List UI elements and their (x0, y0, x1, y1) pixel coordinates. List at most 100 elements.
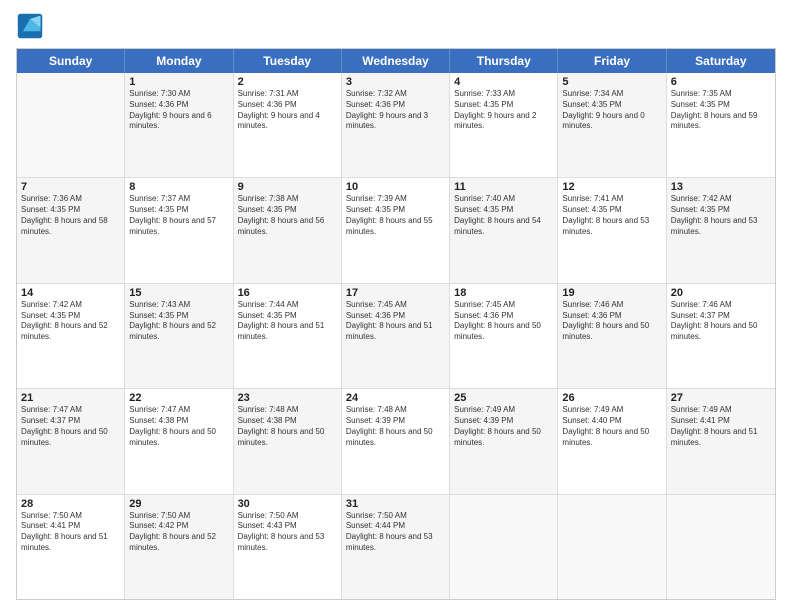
cell-info: Sunrise: 7:36 AM Sunset: 4:35 PM Dayligh… (21, 194, 120, 237)
day-number: 12 (562, 181, 661, 193)
calendar-cell: 17Sunrise: 7:45 AM Sunset: 4:36 PM Dayli… (342, 284, 450, 388)
day-number: 9 (238, 181, 337, 193)
calendar-cell: 23Sunrise: 7:48 AM Sunset: 4:38 PM Dayli… (234, 389, 342, 493)
calendar-row: 7Sunrise: 7:36 AM Sunset: 4:35 PM Daylig… (17, 178, 775, 283)
calendar-cell: 11Sunrise: 7:40 AM Sunset: 4:35 PM Dayli… (450, 178, 558, 282)
calendar-cell: 4Sunrise: 7:33 AM Sunset: 4:35 PM Daylig… (450, 73, 558, 177)
calendar-header: Sunday Monday Tuesday Wednesday Thursday… (17, 49, 775, 73)
cell-info: Sunrise: 7:31 AM Sunset: 4:36 PM Dayligh… (238, 89, 337, 132)
calendar-cell: 22Sunrise: 7:47 AM Sunset: 4:38 PM Dayli… (125, 389, 233, 493)
day-number: 15 (129, 287, 228, 299)
cell-info: Sunrise: 7:46 AM Sunset: 4:36 PM Dayligh… (562, 300, 661, 343)
day-number: 16 (238, 287, 337, 299)
calendar-cell (17, 73, 125, 177)
cell-info: Sunrise: 7:41 AM Sunset: 4:35 PM Dayligh… (562, 194, 661, 237)
calendar-cell: 12Sunrise: 7:41 AM Sunset: 4:35 PM Dayli… (558, 178, 666, 282)
calendar: Sunday Monday Tuesday Wednesday Thursday… (16, 48, 776, 600)
cell-info: Sunrise: 7:46 AM Sunset: 4:37 PM Dayligh… (671, 300, 771, 343)
calendar-cell: 7Sunrise: 7:36 AM Sunset: 4:35 PM Daylig… (17, 178, 125, 282)
header (16, 12, 776, 40)
calendar-cell: 29Sunrise: 7:50 AM Sunset: 4:42 PM Dayli… (125, 495, 233, 599)
calendar-cell: 5Sunrise: 7:34 AM Sunset: 4:35 PM Daylig… (558, 73, 666, 177)
cell-info: Sunrise: 7:47 AM Sunset: 4:37 PM Dayligh… (21, 405, 120, 448)
cell-info: Sunrise: 7:35 AM Sunset: 4:35 PM Dayligh… (671, 89, 771, 132)
cell-info: Sunrise: 7:34 AM Sunset: 4:35 PM Dayligh… (562, 89, 661, 132)
cell-info: Sunrise: 7:32 AM Sunset: 4:36 PM Dayligh… (346, 89, 445, 132)
calendar-cell: 27Sunrise: 7:49 AM Sunset: 4:41 PM Dayli… (667, 389, 775, 493)
day-number: 3 (346, 76, 445, 88)
calendar-cell: 21Sunrise: 7:47 AM Sunset: 4:37 PM Dayli… (17, 389, 125, 493)
cell-info: Sunrise: 7:44 AM Sunset: 4:35 PM Dayligh… (238, 300, 337, 343)
calendar-cell (558, 495, 666, 599)
logo (16, 12, 48, 40)
header-thursday: Thursday (450, 49, 558, 73)
calendar-cell: 6Sunrise: 7:35 AM Sunset: 4:35 PM Daylig… (667, 73, 775, 177)
calendar-cell: 25Sunrise: 7:49 AM Sunset: 4:39 PM Dayli… (450, 389, 558, 493)
calendar-cell: 15Sunrise: 7:43 AM Sunset: 4:35 PM Dayli… (125, 284, 233, 388)
cell-info: Sunrise: 7:48 AM Sunset: 4:39 PM Dayligh… (346, 405, 445, 448)
calendar-row: 1Sunrise: 7:30 AM Sunset: 4:36 PM Daylig… (17, 73, 775, 178)
day-number: 13 (671, 181, 771, 193)
day-number: 11 (454, 181, 553, 193)
calendar-body: 1Sunrise: 7:30 AM Sunset: 4:36 PM Daylig… (17, 73, 775, 599)
calendar-cell: 20Sunrise: 7:46 AM Sunset: 4:37 PM Dayli… (667, 284, 775, 388)
day-number: 30 (238, 498, 337, 510)
cell-info: Sunrise: 7:30 AM Sunset: 4:36 PM Dayligh… (129, 89, 228, 132)
calendar-cell: 1Sunrise: 7:30 AM Sunset: 4:36 PM Daylig… (125, 73, 233, 177)
calendar-cell: 16Sunrise: 7:44 AM Sunset: 4:35 PM Dayli… (234, 284, 342, 388)
cell-info: Sunrise: 7:50 AM Sunset: 4:42 PM Dayligh… (129, 511, 228, 554)
day-number: 27 (671, 392, 771, 404)
day-number: 10 (346, 181, 445, 193)
header-saturday: Saturday (667, 49, 775, 73)
day-number: 24 (346, 392, 445, 404)
cell-info: Sunrise: 7:43 AM Sunset: 4:35 PM Dayligh… (129, 300, 228, 343)
cell-info: Sunrise: 7:37 AM Sunset: 4:35 PM Dayligh… (129, 194, 228, 237)
cell-info: Sunrise: 7:47 AM Sunset: 4:38 PM Dayligh… (129, 405, 228, 448)
calendar-cell: 18Sunrise: 7:45 AM Sunset: 4:36 PM Dayli… (450, 284, 558, 388)
calendar-row: 14Sunrise: 7:42 AM Sunset: 4:35 PM Dayli… (17, 284, 775, 389)
day-number: 8 (129, 181, 228, 193)
calendar-cell: 24Sunrise: 7:48 AM Sunset: 4:39 PM Dayli… (342, 389, 450, 493)
day-number: 21 (21, 392, 120, 404)
day-number: 22 (129, 392, 228, 404)
cell-info: Sunrise: 7:45 AM Sunset: 4:36 PM Dayligh… (454, 300, 553, 343)
cell-info: Sunrise: 7:38 AM Sunset: 4:35 PM Dayligh… (238, 194, 337, 237)
cell-info: Sunrise: 7:49 AM Sunset: 4:41 PM Dayligh… (671, 405, 771, 448)
calendar-cell: 28Sunrise: 7:50 AM Sunset: 4:41 PM Dayli… (17, 495, 125, 599)
cell-info: Sunrise: 7:48 AM Sunset: 4:38 PM Dayligh… (238, 405, 337, 448)
calendar-cell: 19Sunrise: 7:46 AM Sunset: 4:36 PM Dayli… (558, 284, 666, 388)
logo-icon (16, 12, 44, 40)
day-number: 29 (129, 498, 228, 510)
cell-info: Sunrise: 7:45 AM Sunset: 4:36 PM Dayligh… (346, 300, 445, 343)
cell-info: Sunrise: 7:33 AM Sunset: 4:35 PM Dayligh… (454, 89, 553, 132)
cell-info: Sunrise: 7:50 AM Sunset: 4:41 PM Dayligh… (21, 511, 120, 554)
page: Sunday Monday Tuesday Wednesday Thursday… (0, 0, 792, 612)
day-number: 1 (129, 76, 228, 88)
cell-info: Sunrise: 7:39 AM Sunset: 4:35 PM Dayligh… (346, 194, 445, 237)
header-wednesday: Wednesday (342, 49, 450, 73)
calendar-cell: 3Sunrise: 7:32 AM Sunset: 4:36 PM Daylig… (342, 73, 450, 177)
day-number: 18 (454, 287, 553, 299)
day-number: 7 (21, 181, 120, 193)
cell-info: Sunrise: 7:50 AM Sunset: 4:44 PM Dayligh… (346, 511, 445, 554)
header-sunday: Sunday (17, 49, 125, 73)
calendar-cell: 9Sunrise: 7:38 AM Sunset: 4:35 PM Daylig… (234, 178, 342, 282)
day-number: 28 (21, 498, 120, 510)
header-monday: Monday (125, 49, 233, 73)
calendar-cell: 14Sunrise: 7:42 AM Sunset: 4:35 PM Dayli… (17, 284, 125, 388)
calendar-cell: 13Sunrise: 7:42 AM Sunset: 4:35 PM Dayli… (667, 178, 775, 282)
header-friday: Friday (558, 49, 666, 73)
cell-info: Sunrise: 7:50 AM Sunset: 4:43 PM Dayligh… (238, 511, 337, 554)
calendar-cell: 10Sunrise: 7:39 AM Sunset: 4:35 PM Dayli… (342, 178, 450, 282)
calendar-cell: 31Sunrise: 7:50 AM Sunset: 4:44 PM Dayli… (342, 495, 450, 599)
day-number: 25 (454, 392, 553, 404)
header-tuesday: Tuesday (234, 49, 342, 73)
day-number: 23 (238, 392, 337, 404)
cell-info: Sunrise: 7:42 AM Sunset: 4:35 PM Dayligh… (671, 194, 771, 237)
calendar-cell (450, 495, 558, 599)
day-number: 6 (671, 76, 771, 88)
calendar-cell: 2Sunrise: 7:31 AM Sunset: 4:36 PM Daylig… (234, 73, 342, 177)
cell-info: Sunrise: 7:49 AM Sunset: 4:40 PM Dayligh… (562, 405, 661, 448)
day-number: 14 (21, 287, 120, 299)
day-number: 26 (562, 392, 661, 404)
